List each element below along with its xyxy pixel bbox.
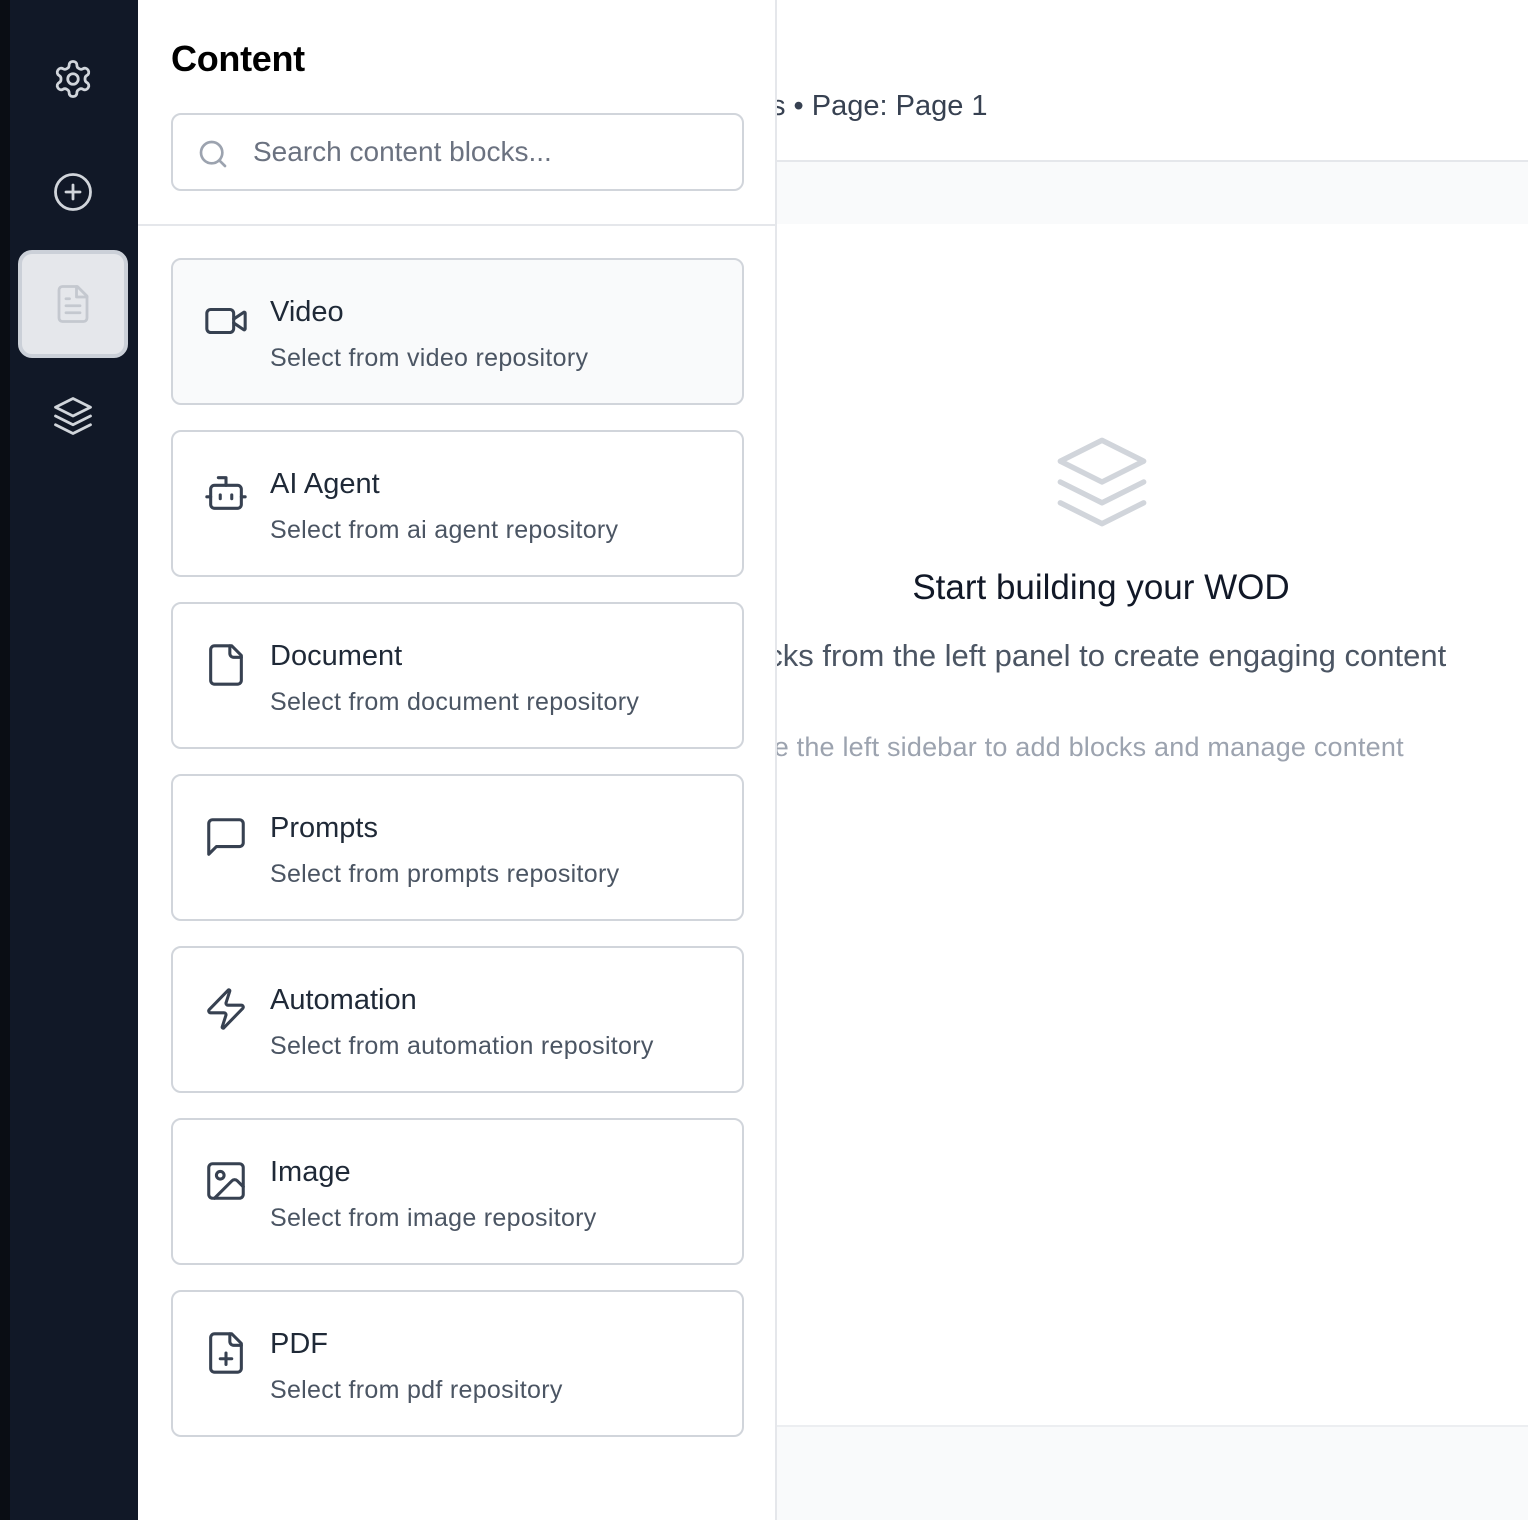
plus-circle-icon (54, 173, 92, 211)
block-card-video[interactable]: Video Select from video repository (171, 258, 744, 405)
block-card-ai-agent[interactable]: AI Agent Select from ai agent repository (171, 430, 744, 577)
card-title: Prompts (270, 812, 378, 844)
card-description: Select from ai agent repository (270, 516, 619, 544)
block-card-pdf[interactable]: PDF Select from pdf repository (171, 1290, 744, 1437)
layers-button[interactable] (18, 362, 128, 470)
card-description: Select from document repository (270, 688, 640, 716)
video-icon (203, 298, 249, 344)
card-description: Select from video repository (270, 344, 589, 372)
document-icon (57, 285, 89, 323)
empty-state-description: ocks from the left panel to create engag… (777, 638, 1447, 673)
search-box[interactable] (171, 113, 744, 191)
block-card-document[interactable]: Document Select from document repository (171, 602, 744, 749)
card-title: Document (270, 640, 403, 672)
toolbar-strip (777, 162, 1528, 224)
image-icon (203, 1158, 249, 1204)
empty-state-hint: se the left sidebar to add blocks and ma… (777, 732, 1404, 762)
card-title: AI Agent (270, 468, 380, 500)
content-panel: Content Video Select from video reposito… (138, 0, 777, 1520)
main-canvas: s • Page: Page 1 Start building your WOD… (777, 0, 1528, 1520)
content-button[interactable] (18, 250, 128, 358)
message-square-icon (203, 814, 249, 860)
card-title: PDF (270, 1328, 328, 1360)
icon-rail (0, 0, 138, 1520)
search-icon (199, 140, 227, 168)
bot-icon (203, 470, 249, 516)
card-title: Automation (270, 984, 417, 1016)
layers-icon (54, 397, 92, 435)
search-input[interactable] (253, 115, 733, 189)
settings-button[interactable] (18, 25, 128, 133)
empty-state-title: Start building your WOD (912, 568, 1290, 607)
window-edge (0, 0, 10, 1520)
card-description: Select from prompts repository (270, 860, 620, 888)
block-card-prompts[interactable]: Prompts Select from prompts repository (171, 774, 744, 921)
block-card-automation[interactable]: Automation Select from automation reposi… (171, 946, 744, 1093)
file-plus-icon (203, 1330, 249, 1376)
card-description: Select from pdf repository (270, 1376, 563, 1404)
block-card-image[interactable]: Image Select from image repository (171, 1118, 744, 1265)
card-description: Select from automation repository (270, 1032, 654, 1060)
breadcrumb: s • Page: Page 1 (777, 90, 988, 122)
card-description: Select from image repository (270, 1204, 597, 1232)
panel-title: Content (171, 38, 305, 79)
layers-icon (1057, 437, 1147, 527)
card-title: Image (270, 1156, 351, 1188)
panel-divider (138, 224, 775, 226)
gear-icon (55, 60, 91, 98)
footer-bar (777, 1425, 1528, 1520)
lightning-icon (203, 986, 249, 1032)
card-title: Video (270, 296, 344, 328)
file-icon (203, 642, 249, 688)
add-button[interactable] (18, 138, 128, 246)
